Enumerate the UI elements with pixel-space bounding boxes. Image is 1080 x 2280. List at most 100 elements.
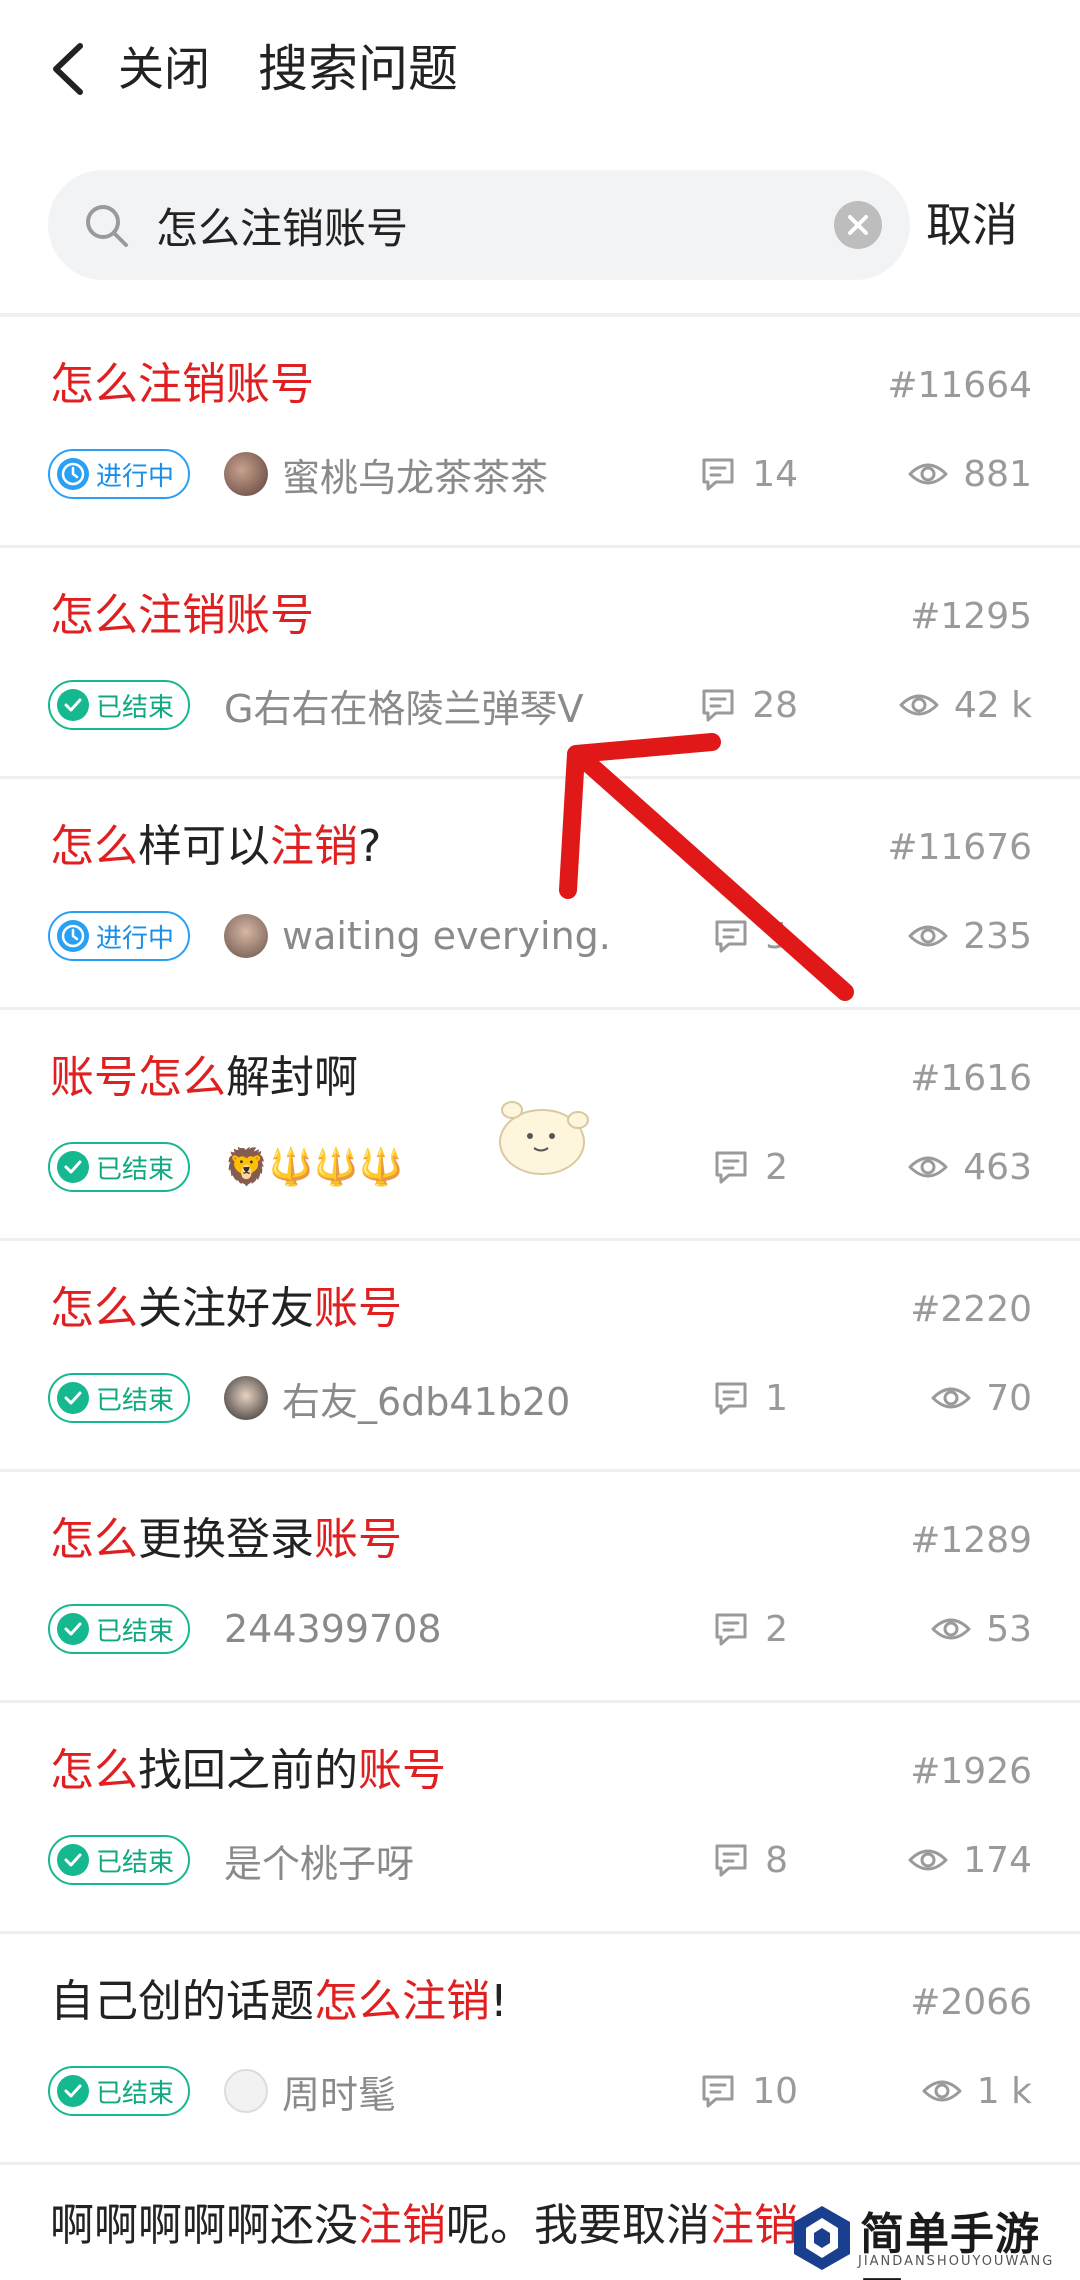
result-number: #1926 xyxy=(910,1751,1032,1792)
title-text: 样可以 xyxy=(138,821,270,872)
eye-icon xyxy=(899,694,939,716)
watermark: 简单手游网 JIANDANSHOUYOUWANG xyxy=(790,2198,1080,2280)
comment-count: 28 xyxy=(698,676,798,734)
results-list: 怎么注销账号 #11664 进行中 蜜桃乌龙茶茶茶 14 881 怎么注销账号 #1295 已结… xyxy=(0,317,1080,2165)
result-item[interactable]: 怎么注销账号 #11664 进行中 蜜桃乌龙茶茶茶 14 881 xyxy=(0,317,1080,548)
comment-count-value: 10 xyxy=(752,2070,798,2112)
comment-icon xyxy=(702,2075,734,2108)
comment-icon xyxy=(715,920,747,953)
comment-icon xyxy=(715,1844,747,1877)
result-title: 账号怎么解封啊 xyxy=(50,1048,358,1108)
title-keyword-highlight: 怎么注销账号 xyxy=(50,590,314,641)
status-label: 已结束 xyxy=(96,692,175,723)
result-number: #1616 xyxy=(910,1058,1032,1099)
title-keyword-highlight: 账号 xyxy=(358,1745,446,1796)
author[interactable]: 右友_6db41b20 xyxy=(224,1369,570,1427)
result-item[interactable]: 怎么注销账号 #1295 已结束 G右右在格陵兰弹琴V 28 42 k xyxy=(0,548,1080,779)
title-keyword-highlight: 怎么 xyxy=(50,1514,138,1565)
clear-search-button[interactable] xyxy=(834,201,882,249)
status-badge: 已结束 xyxy=(48,680,191,730)
author[interactable]: 244399708 xyxy=(224,1600,442,1658)
author[interactable]: 🦁🔱🔱🔱 xyxy=(224,1138,403,1196)
comment-icon xyxy=(715,1382,747,1415)
comment-count-value: 8 xyxy=(765,1839,788,1881)
comment-count: 1 xyxy=(711,1369,788,1427)
check-circle-icon xyxy=(56,688,90,722)
avatar xyxy=(224,914,268,958)
author[interactable]: 周时髦 xyxy=(224,2062,396,2120)
comment-icon xyxy=(702,458,734,491)
author[interactable]: waiting everying. xyxy=(224,907,611,965)
eye-icon xyxy=(931,1387,971,1409)
title-text: 更换登录 xyxy=(138,1514,314,1565)
author[interactable]: 蜜桃乌龙茶茶茶 xyxy=(224,445,548,503)
result-item[interactable]: 怎么找回之前的账号 #1926 已结束 是个桃子呀 8 174 xyxy=(0,1703,1080,1934)
result-title: 怎么关注好友账号 xyxy=(50,1279,402,1339)
status-badge: 已结束 xyxy=(48,1142,191,1192)
title-text: 啊啊啊啊啊还没 xyxy=(50,2200,358,2251)
author[interactable]: 是个桃子呀 xyxy=(224,1831,414,1889)
result-item[interactable]: 自己创的话题怎么注销! #2066 已结束 周时髦 10 1 k xyxy=(0,1934,1080,2165)
view-count-value: 881 xyxy=(963,453,1032,495)
title-text: 呢。我要取消 xyxy=(446,2200,710,2251)
watermark-subtext: JIANDANSHOUYOUWANG xyxy=(858,2254,1055,2269)
author-name: 蜜桃乌龙茶茶茶 xyxy=(282,455,549,500)
eye-icon xyxy=(908,463,948,485)
author-name: 右友_6db41b20 xyxy=(282,1379,571,1424)
status-label: 已结束 xyxy=(96,1154,175,1185)
title-keyword-highlight: 怎么 xyxy=(138,1052,226,1103)
title-text: 关注好友 xyxy=(138,1283,314,1334)
title-text: 解封啊 xyxy=(226,1052,358,1103)
view-count: 463 xyxy=(907,1138,1032,1196)
view-count: 881 xyxy=(907,445,1032,503)
comment-count-value: 2 xyxy=(765,1608,788,1650)
view-count-value: 53 xyxy=(986,1608,1032,1650)
result-number: #11664 xyxy=(887,365,1032,406)
comment-count: 10 xyxy=(698,2062,798,2120)
title-text: ! xyxy=(490,1976,508,2027)
title-keyword-highlight: 怎么 xyxy=(50,1745,138,1796)
search-bar xyxy=(48,170,910,280)
title-keyword-highlight: 注销 xyxy=(710,2200,798,2251)
result-item[interactable]: 怎么关注好友账号 #2220 已结束 右友_6db41b20 1 70 xyxy=(0,1241,1080,1472)
result-item[interactable]: 怎么更换登录账号 #1289 已结束 244399708 2 53 xyxy=(0,1472,1080,1703)
status-label: 进行中 xyxy=(96,923,175,954)
author-name: 周时髦 xyxy=(282,2072,397,2117)
status-label: 已结束 xyxy=(96,1385,175,1416)
eye-icon xyxy=(908,925,948,947)
view-count: 53 xyxy=(930,1600,1032,1658)
comment-count-value: 5 xyxy=(765,915,788,957)
eye-icon xyxy=(922,2080,962,2102)
result-title: 自己创的话题怎么注销! xyxy=(50,1972,508,2032)
eye-icon xyxy=(931,1618,971,1640)
status-badge: 进行中 xyxy=(48,911,191,961)
check-circle-icon xyxy=(56,2074,90,2108)
result-number: #1295 xyxy=(910,596,1032,637)
close-button[interactable]: 关闭 xyxy=(118,38,210,100)
title-keyword-highlight: 账号 xyxy=(50,1052,138,1103)
comment-count: 14 xyxy=(698,445,798,503)
result-item[interactable]: 怎么样可以注销? #11676 进行中 waiting everying. 5 235 xyxy=(0,779,1080,1010)
view-count-value: 174 xyxy=(963,1839,1032,1881)
author[interactable]: G右右在格陵兰弹琴V xyxy=(224,676,583,734)
search-input[interactable] xyxy=(156,190,816,260)
watermark-logo-icon xyxy=(794,2206,850,2270)
avatar xyxy=(224,2069,268,2113)
clock-icon xyxy=(56,919,90,953)
result-title: 怎么注销账号 xyxy=(50,355,314,415)
author-name: waiting everying. xyxy=(282,914,611,958)
view-count-value: 42 k xyxy=(953,684,1032,726)
partial-result-title[interactable]: 啊啊啊啊啊还没注销呢。我要取消注销 xyxy=(50,2196,798,2256)
status-badge: 已结束 xyxy=(48,1373,191,1423)
comment-icon xyxy=(702,689,734,722)
comment-count-value: 14 xyxy=(752,453,798,495)
cancel-button[interactable]: 取消 xyxy=(926,190,1018,260)
back-button[interactable] xyxy=(48,40,88,98)
clock-icon xyxy=(56,457,90,491)
result-number: #1289 xyxy=(910,1520,1032,1561)
view-count-value: 70 xyxy=(986,1377,1032,1419)
avatar xyxy=(224,452,268,496)
status-label: 已结束 xyxy=(96,2078,175,2109)
view-count: 1 k xyxy=(921,2062,1032,2120)
title-keyword-highlight: 怎么 xyxy=(50,1283,138,1334)
